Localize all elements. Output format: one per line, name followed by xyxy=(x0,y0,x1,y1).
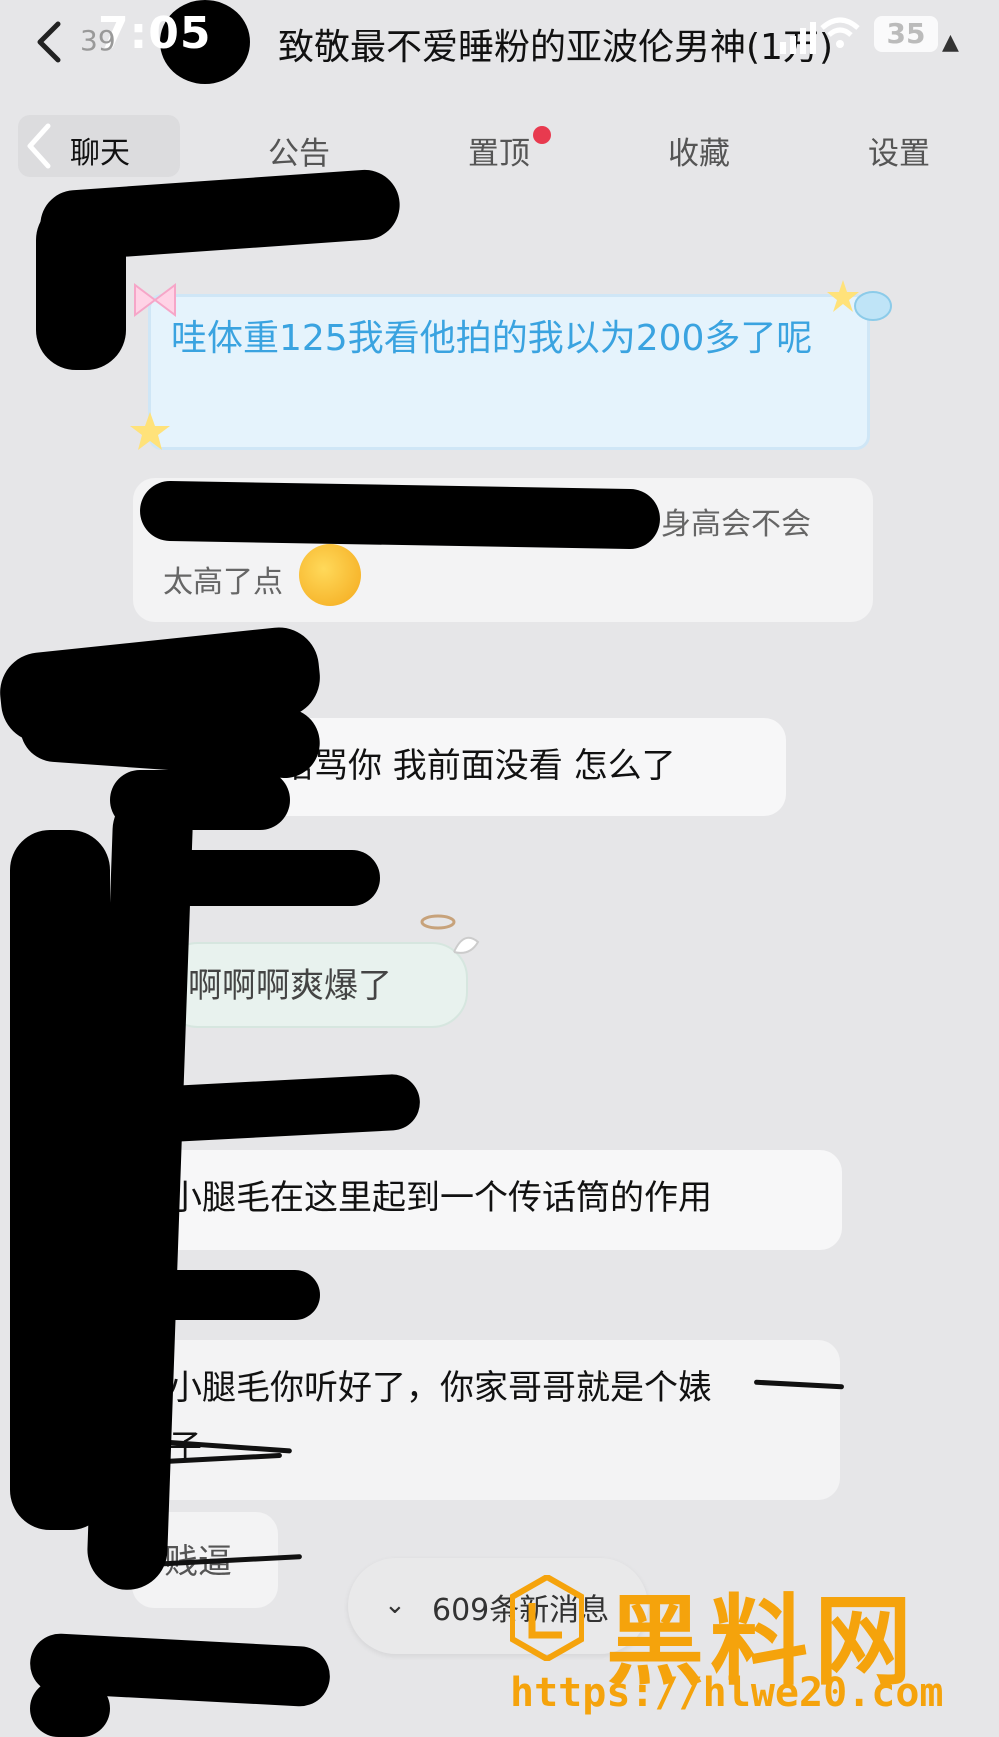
tab-chat-label[interactable]: 聊天 xyxy=(70,128,130,172)
watermark-url: https://hlwe20.com xyxy=(510,1670,944,1716)
message-2-text-line2: 太高了点 xyxy=(163,565,283,600)
star-sticker-icon xyxy=(130,412,170,450)
message-bubble-1[interactable]: 哇体重125我看他拍的我以为200多了呢 xyxy=(148,294,870,450)
redaction-mark xyxy=(36,200,126,370)
tab-favorites[interactable]: 收藏 xyxy=(668,128,730,173)
tab-settings[interactable]: 设置 xyxy=(868,128,930,173)
signal-icon xyxy=(780,22,816,54)
redaction-mark xyxy=(148,1072,422,1144)
back-chevron-icon[interactable] xyxy=(30,18,70,66)
group-title: 致敬最不爱睡粉的亚波伦男神(1万) xyxy=(278,27,833,68)
double-chevron-down-icon[interactable]: ⌄ xyxy=(384,1590,406,1620)
pin-notification-dot xyxy=(533,126,551,144)
strike-scribble xyxy=(753,1379,845,1390)
redaction-mark xyxy=(140,850,380,906)
wifi-icon xyxy=(820,17,860,48)
watermark-logo-icon xyxy=(510,1575,584,1661)
battery-indicator: 35 xyxy=(874,16,938,52)
jellyfish-sticker-icon xyxy=(827,280,892,321)
message-bubble-3[interactable]: 啥骂你 我前面没看 怎么了 xyxy=(250,718,786,816)
shushing-emoji-icon xyxy=(299,544,361,606)
message-6-text-line1: 小腿毛你听好了，你家哥哥就是个婊 xyxy=(168,1368,712,1408)
redaction-mark xyxy=(30,1680,110,1737)
tab-pin[interactable]: 置顶 xyxy=(468,128,530,173)
bow-sticker-icon xyxy=(134,283,176,317)
message-6-text-line2: 子 xyxy=(168,1428,202,1468)
redaction-mark xyxy=(139,480,661,550)
unread-count: 39 xyxy=(80,24,116,57)
halo-wings-sticker-icon xyxy=(420,914,480,954)
tab-back-chevron-icon[interactable] xyxy=(22,120,56,172)
more-arrow-icon[interactable]: ▲ xyxy=(942,30,959,55)
redaction-mark xyxy=(140,1270,320,1320)
message-bubble-5[interactable]: 小腿毛在这里起到一个传话筒的作用 xyxy=(138,1150,842,1250)
tab-notice[interactable]: 公告 xyxy=(268,128,330,173)
message-2-text: 身高会不会 xyxy=(661,507,811,542)
message-bubble-6[interactable]: 小腿毛你听好了，你家哥哥就是个婊 子 xyxy=(132,1340,845,1500)
